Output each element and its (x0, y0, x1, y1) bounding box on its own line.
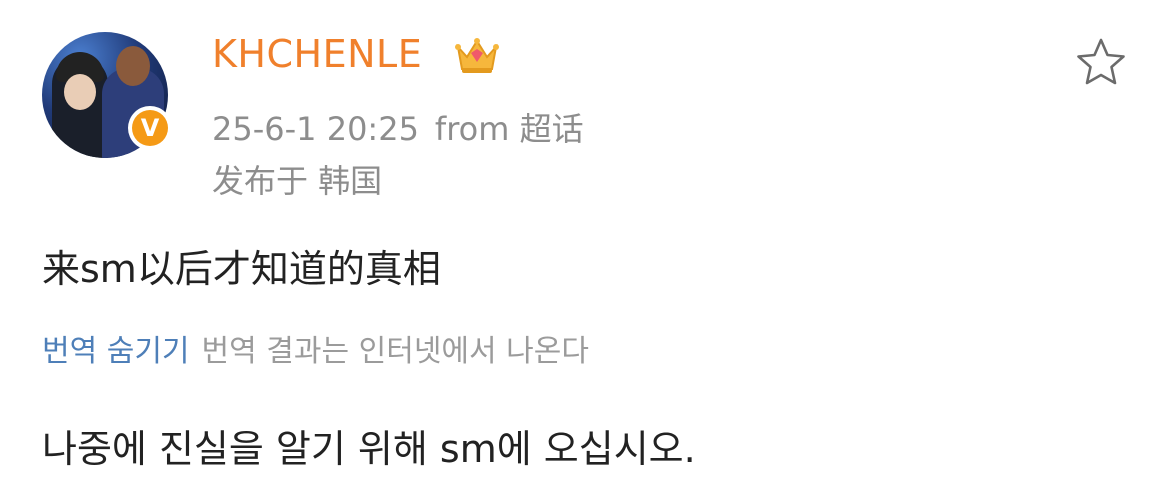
verified-v-icon: V (132, 110, 168, 146)
author-name[interactable]: KHCHENLE (212, 32, 422, 76)
post-location: 发布于 韩国 (212, 162, 383, 200)
post-source[interactable]: from 超话 (435, 110, 584, 148)
hide-translation-link[interactable]: 번역 숨기기 (42, 334, 190, 369)
avatar-face-left (64, 74, 96, 110)
star-outline-icon[interactable] (1074, 36, 1128, 88)
crown-icon (455, 38, 499, 73)
translation-note: 번역 결과는 인터넷에서 나온다 (201, 334, 589, 369)
translated-text: 나중에 진실을 알기 위해 sm에 오십시오. (42, 427, 696, 471)
verified-badge-icon: V (128, 106, 172, 150)
post-timestamp: 25-6-1 20:25 (212, 110, 419, 148)
translation-bar: 번역 숨기기 번역 결과는 인터넷에서 나온다 (42, 326, 589, 370)
avatar-face-right (116, 46, 150, 86)
post-meta: 25-6-1 20:25 from 超话 (212, 104, 584, 150)
post-text: 来sm以后才知道的真相 (42, 247, 441, 291)
